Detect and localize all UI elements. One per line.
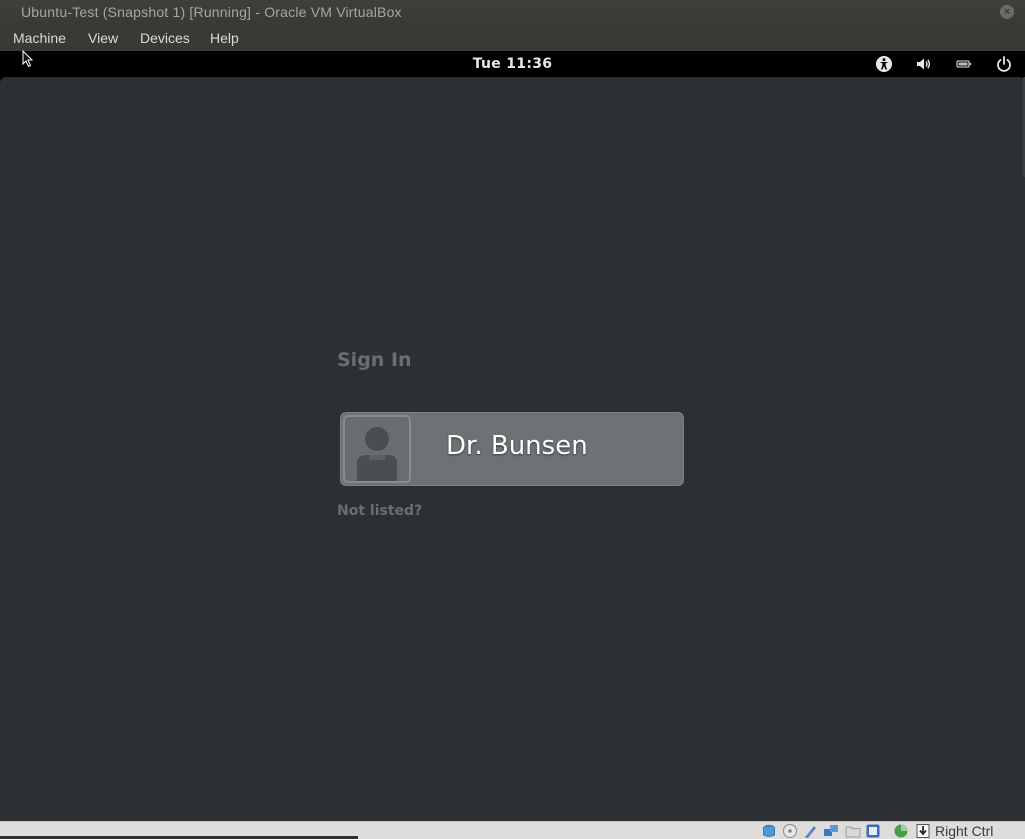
network-icon[interactable]	[823, 823, 839, 839]
mouse-cursor-icon	[22, 49, 34, 72]
video-capture-icon[interactable]	[893, 823, 909, 839]
user-name: Dr. Bunsen	[446, 431, 588, 461]
hard-disk-icon[interactable]	[761, 823, 777, 839]
battery-icon[interactable]	[955, 55, 973, 73]
sign-in-heading: Sign In	[337, 349, 412, 371]
host-key-label: Right Ctrl	[935, 823, 994, 839]
login-screen: Sign In Dr. Bunsen Not listed?	[0, 77, 1025, 821]
menu-view[interactable]: View	[88, 30, 118, 46]
menu-bar: Machine View Devices Help	[0, 25, 1025, 51]
menu-devices[interactable]: Devices	[140, 30, 190, 46]
accessibility-icon[interactable]	[875, 55, 893, 73]
volume-icon[interactable]	[915, 55, 933, 73]
menu-machine[interactable]: Machine	[13, 30, 66, 46]
close-icon[interactable]: ×	[1000, 5, 1014, 19]
audio-icon[interactable]	[803, 823, 819, 839]
mouse-integration-icon[interactable]	[915, 823, 931, 839]
power-icon[interactable]	[995, 55, 1013, 73]
user-icon	[357, 427, 397, 481]
vbox-status-bar: Right Ctrl	[0, 821, 1025, 839]
vm-display[interactable]: Tue 11:36 Sign In Dr. Bunsen Not listed?	[0, 51, 1025, 821]
shared-folders-icon[interactable]	[845, 823, 861, 839]
window-titlebar: Ubuntu-Test (Snapshot 1) [Running] - Ora…	[0, 0, 1025, 25]
menu-help[interactable]: Help	[210, 30, 239, 46]
clock[interactable]: Tue 11:36	[0, 56, 1025, 72]
not-listed-link[interactable]: Not listed?	[337, 503, 422, 519]
gnome-top-bar: Tue 11:36	[0, 51, 1025, 77]
user-button[interactable]: Dr. Bunsen	[340, 412, 684, 486]
avatar	[343, 415, 411, 483]
optical-drive-icon[interactable]	[782, 823, 798, 839]
display-icon[interactable]	[865, 823, 881, 839]
window-title: Ubuntu-Test (Snapshot 1) [Running] - Ora…	[21, 4, 402, 20]
